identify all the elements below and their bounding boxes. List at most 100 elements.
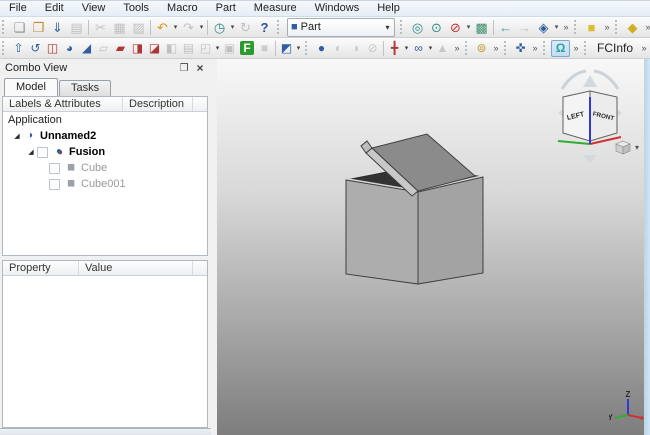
macro-recording-button[interactable]: ◷ xyxy=(210,18,229,36)
box-right-face[interactable] xyxy=(418,177,483,284)
navigate-back-button[interactable]: ← xyxy=(496,18,515,36)
boolean-button[interactable]: ● xyxy=(313,39,330,57)
menu-item-file[interactable]: File xyxy=(0,1,36,16)
visibility-checkbox[interactable] xyxy=(49,179,60,190)
toolbar-overflow-button[interactable]: » xyxy=(560,22,571,32)
thickness-button[interactable]: ▣ xyxy=(221,39,238,57)
tree-item-cube001[interactable]: ◼ Cube001 xyxy=(3,176,207,192)
undo-button[interactable]: ↶ xyxy=(153,18,172,36)
loft-button[interactable]: ◨ xyxy=(129,39,146,57)
tree-header-labels[interactable]: Labels & Attributes xyxy=(3,97,123,111)
toolbar-overflow-button[interactable]: » xyxy=(451,43,462,53)
bool-cut-button[interactable]: ◐ xyxy=(330,39,347,57)
toolbar-drag-handle[interactable] xyxy=(2,20,7,34)
nav-arrow-down[interactable] xyxy=(583,155,597,163)
expander-icon[interactable]: ◢ xyxy=(25,148,37,156)
bool-intersection-button[interactable]: ⊘ xyxy=(364,39,381,57)
draw-style-dropdown-arrow[interactable]: ▾ xyxy=(465,23,472,31)
toolbar-overflow-button[interactable]: » xyxy=(642,22,650,32)
paste-button[interactable]: ▨ xyxy=(129,18,148,36)
nav-arrow-up[interactable] xyxy=(583,75,597,87)
toolbar-drag-handle[interactable] xyxy=(584,41,589,55)
property-header-property[interactable]: Property xyxy=(3,261,79,275)
toolbar-overflow-button[interactable]: » xyxy=(570,43,581,53)
toolbar-drag-handle[interactable] xyxy=(615,20,620,34)
property-list-empty[interactable] xyxy=(3,276,207,427)
offset-button[interactable]: ◰ xyxy=(197,39,214,57)
menu-item-tools[interactable]: Tools xyxy=(114,1,158,16)
nav-cube-menu-arrow[interactable]: ▾ xyxy=(635,143,639,152)
3d-viewport[interactable]: LEFT FRONT ▾ Z xyxy=(217,59,644,435)
lock-button[interactable]: Ω xyxy=(551,40,570,57)
join-features-dropdown-arrow[interactable]: ▾ xyxy=(403,44,410,52)
expander-icon[interactable]: ◢ xyxy=(11,132,23,140)
navigate-forward-button[interactable]: → xyxy=(515,18,534,36)
nav-cube-menu[interactable]: ▾ xyxy=(613,139,639,156)
tree-header-description[interactable]: Description xyxy=(123,97,193,111)
toolbar-overflow-button[interactable]: » xyxy=(490,43,501,53)
shape-builder-button[interactable]: ■ xyxy=(256,39,273,57)
menu-item-view[interactable]: View xyxy=(73,1,115,16)
macro-recording-dropdown-arrow[interactable]: ▾ xyxy=(229,23,236,31)
toolbar-drag-handle[interactable] xyxy=(305,41,310,55)
fcinfo-button[interactable]: FCInfo xyxy=(592,39,638,57)
toolbar-overflow-button[interactable]: » xyxy=(638,43,649,53)
cross-sections-button[interactable]: ▤ xyxy=(180,39,197,57)
axonometric-view-button[interactable]: ◈ xyxy=(534,18,553,36)
sweep-button[interactable]: ◪ xyxy=(146,39,163,57)
menu-item-windows[interactable]: Windows xyxy=(306,1,369,16)
fit-all-button[interactable]: ◎ xyxy=(408,18,427,36)
manipulator-button[interactable]: ✜ xyxy=(512,39,529,57)
axonometric-view-dropdown-arrow[interactable]: ▾ xyxy=(553,23,560,31)
tree-item-cube[interactable]: ◼ Cube xyxy=(3,160,207,176)
box-left-face[interactable] xyxy=(346,180,418,284)
join-features-button[interactable]: ╋ xyxy=(386,39,403,57)
ruled-surface-button[interactable]: ▰ xyxy=(112,39,129,57)
toolbar-drag-handle[interactable] xyxy=(465,41,470,55)
visibility-checkbox[interactable] xyxy=(37,147,48,158)
tree-item-application[interactable]: Application xyxy=(3,112,207,128)
compound-tools-dropdown-arrow[interactable]: ▾ xyxy=(295,44,302,52)
split-features-dropdown-arrow[interactable]: ▾ xyxy=(427,44,434,52)
refresh-button[interactable]: ↻ xyxy=(236,18,255,36)
toolbar-overflow-button[interactable]: » xyxy=(601,22,612,32)
box-primitive-button[interactable]: ■ xyxy=(582,18,601,36)
create-primitives-button[interactable]: ◆ xyxy=(623,18,642,36)
workbench-selector-combo[interactable]: ■Part▾ xyxy=(287,18,395,37)
redo-button[interactable]: ↷ xyxy=(179,18,198,36)
selection-view-button[interactable]: ▩ xyxy=(472,18,491,36)
menu-item-macro[interactable]: Macro xyxy=(158,1,207,16)
tree-item-document[interactable]: ◢ ◑ Unnamed2 xyxy=(3,128,207,144)
print-button[interactable]: ▤ xyxy=(67,18,86,36)
defeaturing-button[interactable]: ▲ xyxy=(434,39,451,57)
toolbar-drag-handle[interactable] xyxy=(277,20,282,34)
mirror-button[interactable]: ◫ xyxy=(44,39,61,57)
toolbar-drag-handle[interactable] xyxy=(2,41,7,55)
tab-model[interactable]: Model xyxy=(4,78,58,96)
undo-dropdown-arrow[interactable]: ▾ xyxy=(172,23,179,31)
menu-item-help[interactable]: Help xyxy=(368,1,409,16)
bool-union-button[interactable]: ◑ xyxy=(347,39,364,57)
measure-linear-button[interactable]: ⊚ xyxy=(473,39,490,57)
nav-rotate-arrow-left[interactable] xyxy=(562,71,586,89)
menu-item-edit[interactable]: Edit xyxy=(36,1,73,16)
menu-item-measure[interactable]: Measure xyxy=(245,1,306,16)
draw-style-button[interactable]: ⊘ xyxy=(446,18,465,36)
cut-button[interactable]: ✂ xyxy=(91,18,110,36)
revolve-button[interactable]: ↺ xyxy=(27,39,44,57)
tree-item-fusion[interactable]: ◢ ● Fusion xyxy=(3,144,207,160)
toolbar-drag-handle[interactable] xyxy=(543,41,548,55)
menu-item-part[interactable]: Part xyxy=(207,1,245,16)
extrude-button[interactable]: ⇧ xyxy=(10,39,27,57)
toolbar-drag-handle[interactable] xyxy=(400,20,405,34)
make-face-button[interactable]: ▱ xyxy=(95,39,112,57)
combo-dropdown-arrow[interactable]: ▾ xyxy=(381,23,394,32)
redo-dropdown-arrow[interactable]: ▾ xyxy=(198,23,205,31)
split-features-button[interactable]: ∞ xyxy=(410,39,427,57)
section-button[interactable]: ◧ xyxy=(163,39,180,57)
new-document-button[interactable]: ❏ xyxy=(10,18,29,36)
check-geometry-button[interactable]: F xyxy=(240,41,254,55)
offset-dropdown-arrow[interactable]: ▾ xyxy=(214,44,221,52)
fillet-button[interactable]: ◕ xyxy=(61,39,78,57)
nav-rotate-arrow-right[interactable] xyxy=(594,71,618,89)
